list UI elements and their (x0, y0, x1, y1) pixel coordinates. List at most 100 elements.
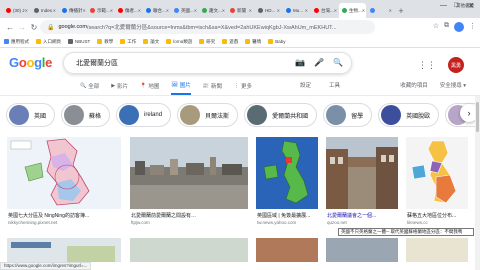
google-logo[interactable]: Google (9, 55, 52, 70)
user-avatar[interactable]: 黑勇 (448, 57, 464, 73)
bookmark-item[interactable]: 論文 (143, 39, 159, 45)
browser-tab[interactable]: 示範... ✕ (87, 3, 114, 18)
tab-close-icon[interactable]: ✕ (25, 8, 28, 13)
result-image-7[interactable] (130, 238, 248, 262)
bookmark-item[interactable]: 研究 (199, 39, 215, 45)
tab-label: 台灣... (321, 7, 334, 13)
result-image-6[interactable] (7, 238, 121, 262)
scrollbar-thumb[interactable] (476, 102, 479, 132)
search-tab[interactable]: 📍 地圖 (140, 81, 159, 95)
extension-icon[interactable]: ⧉ (444, 22, 449, 32)
scrollbar[interactable] (475, 96, 480, 270)
result-image-4[interactable] (326, 137, 398, 209)
bookmark-item[interactable]: NBUST (68, 39, 90, 44)
tab-close-icon[interactable]: ✕ (166, 8, 169, 13)
other-bookmarks[interactable]: 其他書籤 (456, 3, 474, 9)
result-image-1[interactable] (7, 137, 121, 209)
new-tab-button[interactable]: + (395, 3, 407, 18)
tab-favicon-icon (174, 8, 179, 13)
result-image-9[interactable] (326, 238, 398, 262)
tab-close-icon[interactable]: ✕ (389, 8, 392, 13)
browser-tab[interactable]: HD... ✕ (255, 3, 282, 18)
tab-close-icon[interactable]: ✕ (222, 8, 225, 13)
browser-tab[interactable]: ✕ (367, 3, 394, 18)
profile-avatar[interactable] (454, 22, 464, 32)
browser-tab[interactable]: 聯合... ✕ (143, 3, 170, 18)
result-caption-2[interactable]: 北愛爾蘭前愛爾蘭之間設有… (131, 212, 247, 219)
tab-close-icon[interactable]: ✕ (362, 8, 365, 13)
bookmark-item[interactable]: 教學 (97, 39, 113, 45)
related-chip[interactable]: 貝爾法斯 (177, 103, 239, 127)
related-chip[interactable]: ireland (116, 103, 172, 127)
browser-tab[interactable]: Mu... ✕ (283, 3, 310, 18)
tab-close-icon[interactable]: ✕ (83, 8, 86, 13)
tab-close-icon[interactable]: ✕ (249, 8, 252, 13)
related-chip[interactable]: 蘇格 (61, 103, 111, 127)
result-caption-4[interactable]: 北愛爾蘭議會之一個... (327, 212, 399, 219)
back-icon[interactable]: ← (4, 23, 16, 32)
browser-tab[interactable]: 傷者... ✕ (115, 3, 142, 18)
minimize-button[interactable]: — (440, 2, 447, 9)
tab-close-icon[interactable]: ✕ (334, 8, 337, 13)
search-tab[interactable]: 📰 新聞 (203, 81, 222, 95)
related-chip[interactable]: 英國 (6, 103, 56, 127)
folder-icon (245, 39, 251, 44)
bookmark-item[interactable]: 入口網頁 (36, 39, 61, 45)
bookmark-item[interactable]: 工作 (120, 39, 136, 45)
tools-link[interactable]: 工具 (329, 81, 340, 89)
tab-close-icon[interactable]: ✕ (305, 8, 308, 13)
result-image-5[interactable] (406, 137, 468, 209)
search-box[interactable]: 北愛爾蘭分區 📷 🎤 🔍 (63, 52, 352, 74)
result-image-2[interactable] (130, 137, 248, 209)
related-chip[interactable]: 留學 (323, 103, 373, 127)
street-photo (326, 137, 398, 209)
bookmark-item[interactable]: Baby (268, 39, 286, 44)
tab-close-icon[interactable]: ✕ (194, 8, 197, 13)
bookmark-item[interactable]: 醫情 (245, 39, 261, 45)
result-source-2: ftpjw.com (131, 220, 150, 225)
camera-icon[interactable]: 📷 (295, 58, 305, 67)
result-caption-3[interactable]: 英國區域 | 免簽最擴展... (257, 212, 319, 219)
bookmark-item[interactable]: 應用程式 (4, 39, 29, 45)
search-tab[interactable]: ▶ 影片 (111, 81, 128, 95)
browser-tab[interactable]: 趣文... ✕ (199, 3, 226, 18)
tab-close-icon[interactable]: ✕ (53, 8, 56, 13)
bookmark-item[interactable]: 遊戲 (222, 39, 238, 45)
browser-tab[interactable]: 生物... ✕ (339, 3, 366, 18)
chip-thumbnail (9, 105, 29, 125)
result-image-3[interactable] (256, 137, 318, 209)
search-tab[interactable]: 🔍 全部 (80, 81, 99, 95)
safesearch-link[interactable]: 安全搜尋 ▾ (440, 81, 466, 89)
browser-tab[interactable]: 英國... ✕ (171, 3, 198, 18)
result-image-10[interactable] (406, 238, 468, 262)
result-image-8[interactable] (256, 238, 318, 262)
browser-toolbar: ← → ↻ 🔒 google.com /search?q=北愛爾蘭分區&sour… (0, 18, 480, 36)
tab-close-icon[interactable]: ✕ (110, 8, 113, 13)
bookmark-item[interactable]: lorna類遊 (166, 39, 192, 45)
mic-icon[interactable]: 🎤 (314, 58, 324, 67)
result-caption-1[interactable]: 英國七大分區及 NingNing的訪客簿... (8, 212, 120, 219)
browser-tab[interactable]: 新聞 ✕ (227, 3, 254, 18)
result-caption-5[interactable]: 蘇格五大地區位分布... (407, 212, 469, 219)
star-icon[interactable]: ☆ (433, 22, 439, 32)
browser-tab[interactable]: (30) J ✕ (3, 3, 30, 18)
tab-favicon-icon (146, 8, 151, 13)
tab-close-icon[interactable]: ✕ (277, 8, 280, 13)
related-chip[interactable]: 英國脫歐 (378, 103, 440, 127)
apps-grid-icon[interactable]: ⋮⋮ (418, 60, 436, 71)
reload-icon[interactable]: ↻ (28, 23, 40, 32)
address-bar[interactable]: 🔒 google.com /search?q=北愛爾蘭分區&source=lnm… (40, 20, 375, 34)
search-tab[interactable]: 🖼 圖片 (171, 81, 191, 95)
search-query[interactable]: 北愛爾蘭分區 (76, 58, 118, 68)
browser-tab[interactable]: Index ✕ (31, 3, 58, 18)
search-icon[interactable]: 🔍 (333, 58, 343, 67)
related-chip[interactable]: 愛爾蘭共和國 (244, 103, 318, 127)
tab-close-icon[interactable]: ✕ (138, 8, 141, 13)
saved-link[interactable]: 收藏的項目 (400, 81, 428, 89)
settings-link[interactable]: 設定 (300, 81, 311, 89)
forward-icon[interactable]: → (16, 23, 28, 32)
browser-tab[interactable]: 台灣... ✕ (311, 3, 338, 18)
browser-tab[interactable]: 傳播針 ✕ (59, 3, 86, 18)
search-tab[interactable]: ⋮ 更多 (234, 81, 252, 95)
menu-icon[interactable]: ⋮ (469, 22, 476, 32)
